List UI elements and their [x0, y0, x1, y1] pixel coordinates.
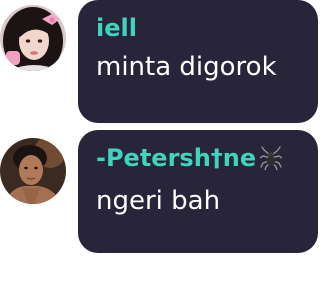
message-text: ngeri bah — [96, 186, 221, 216]
avatar[interactable] — [0, 138, 66, 204]
message-bubble[interactable]: -Petersh†ne ngeri bah — [78, 130, 318, 253]
avatar[interactable] — [0, 5, 66, 71]
sender-name[interactable]: -Petersh†ne — [96, 144, 302, 176]
avatar-image — [0, 5, 66, 71]
message-bubble[interactable]: iell minta digorok — [78, 0, 318, 123]
sender-name-text: -Petersh†ne — [96, 144, 257, 172]
spider-icon — [259, 146, 283, 176]
chat-message: -Petersh†ne ngeri bah — [0, 130, 320, 255]
sender-name[interactable]: iell — [96, 14, 302, 42]
chat-message: iell minta digorok — [0, 0, 320, 125]
message-text: minta digorok — [96, 52, 277, 82]
avatar-image — [0, 138, 66, 204]
